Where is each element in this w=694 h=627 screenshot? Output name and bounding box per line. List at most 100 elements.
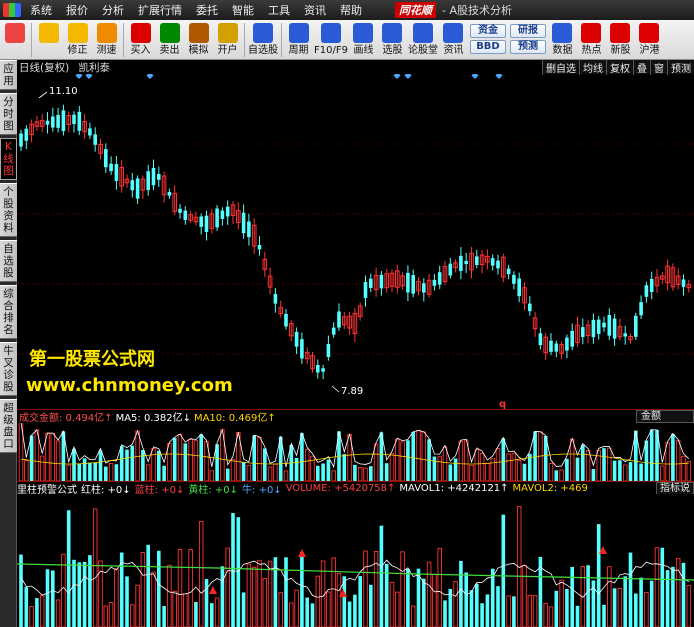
indicator-chart[interactable] [17,494,694,627]
menu-info[interactable]: 资讯 [297,2,333,18]
candle-body [114,164,119,181]
new-stock-button[interactable]: 新股 [607,20,634,56]
amount-tab[interactable]: 金额 [636,409,694,423]
toolbar-small-button[interactable]: 预测 [509,40,546,54]
candle-body [363,281,368,299]
indicator-bar [422,578,426,627]
indicator-bar [400,551,405,627]
volume-bar [479,452,485,481]
candle-body [220,210,225,219]
menu-extended-quote[interactable]: 扩展行情 [131,2,189,18]
volume-bar [257,436,262,481]
sidebar-tab[interactable]: K线图 [0,138,17,180]
indicator-bar [103,605,109,627]
sidebar-tab[interactable]: 自选股 [0,240,17,282]
period-clock-button[interactable]: 周期 [285,20,312,56]
clock-button[interactable]: 测速 [93,20,120,56]
indicator-bar [437,547,442,627]
up-arrow-icon [209,586,217,594]
chat-button[interactable]: 论股堂 [408,20,438,56]
candle-body [570,330,574,347]
indicator-bar [602,604,606,627]
candle-body [294,331,299,347]
indicator-bar [475,583,479,627]
hot-button[interactable]: 热点 [578,20,605,56]
ma-button[interactable]: 均线 [579,59,606,75]
indicator-name[interactable]: 里柱预警公式 [17,482,77,495]
pe-button[interactable]: 数据 [549,20,576,56]
volume-bar [649,429,654,481]
indicator-bar [236,517,241,627]
f10-button[interactable]: F10/F9 [314,20,348,56]
toolbar-label: 新股 [610,45,631,56]
candle-body [247,221,251,238]
indicator-bar [501,514,506,627]
volume-bar [437,456,442,481]
indicator-bar [326,591,331,627]
hammer-button[interactable]: 模拟 [185,20,212,56]
volume-bar [263,448,267,481]
pen-button[interactable]: 画线 [350,20,377,56]
window-button[interactable]: 窗 [650,59,667,75]
volume-bar [384,463,389,481]
indicator-bar [480,603,484,627]
toolbar-small-button[interactable]: 研报 [509,24,546,38]
news-button[interactable]: 资讯 [440,20,467,56]
lock-button[interactable]: 开户 [214,20,241,56]
grid-button[interactable] [1,20,28,45]
sidebar-tab[interactable]: 超级盘口 [0,399,17,453]
pen-icon [353,23,374,43]
candle-body [257,244,262,250]
candle-body [596,319,601,334]
candle-body [496,260,500,269]
candle-body [151,167,156,186]
menu-smart[interactable]: 智能 [225,2,261,18]
volume-bar [162,465,166,481]
signal-diamond [146,74,154,80]
volume-bar [294,457,299,481]
candle-body [51,116,55,128]
toolbar-label: 模拟 [188,45,209,56]
buy-button[interactable]: 买入 [127,20,154,56]
menu-tools[interactable]: 工具 [261,2,297,18]
sidebar-tab[interactable]: 牛叉诊股 [0,342,17,396]
menu-help[interactable]: 帮助 [333,2,369,18]
candle-body [104,149,108,168]
indicator-bar [522,564,527,627]
toolbar-small-button[interactable]: BBD [469,40,506,54]
sidebar-tab[interactable]: 综合排名 [0,285,17,339]
toolbar-small-button[interactable]: 资金 [469,24,506,38]
back-arrow-button[interactable] [35,20,62,45]
candle-body [475,256,479,265]
volume-bar [114,464,119,481]
overlay-button[interactable]: 叠 [633,59,650,75]
indicator-bar [654,547,660,627]
up-down-arrow-button[interactable]: 修正 [64,20,91,56]
indicator-help-tab[interactable]: 指标说 [656,482,694,494]
adjust-button[interactable]: 复权 [606,59,633,75]
star-button[interactable]: 自选股 [248,20,278,56]
hot-icon [581,23,602,43]
sidebar-tab[interactable]: 应用 [0,60,17,90]
kline-header: 日线(复权) 凯利泰 删自选 均线 复权 叠 窗 预测 [17,59,694,75]
remove-favorite-button[interactable]: 删自选 [542,59,579,75]
candle-body [321,368,325,372]
screen-button[interactable]: 选股 [379,20,406,56]
indicator-value: 牛: +0↓ [242,484,282,495]
volume-chart[interactable] [17,423,694,481]
menu-quote[interactable]: 报价 [59,2,95,18]
sidebar-tab[interactable]: 个股资料 [0,183,17,237]
forecast-button[interactable]: 预测 [667,59,694,75]
high-pointer [38,91,48,99]
menu-analysis[interactable]: 分析 [95,2,131,18]
menu-trade[interactable]: 委托 [189,2,225,18]
volume-bar [565,458,569,481]
candle-body [331,327,336,335]
sidebar-tab[interactable]: 分时图 [0,93,17,135]
sell-button[interactable]: 卖出 [156,20,183,56]
indicator-bar [675,558,681,627]
menu-system[interactable]: 系统 [23,2,59,18]
volume-bar [485,462,490,481]
hk-button[interactable]: 沪港 [636,20,663,56]
period-label[interactable]: 日线(复权) [19,62,69,74]
